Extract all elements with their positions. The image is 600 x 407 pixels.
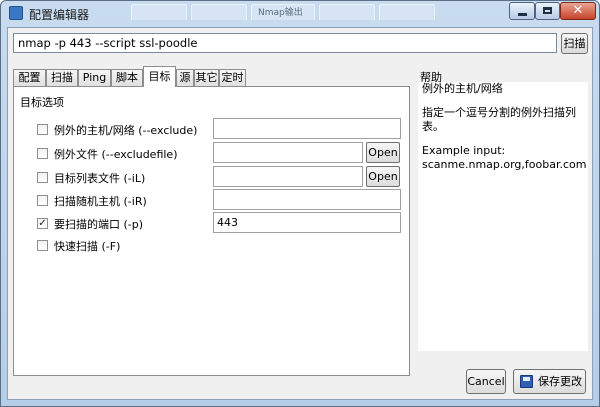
cancel-button[interactable]: Cancel	[466, 369, 506, 394]
tab-scripting[interactable]: 脚本	[111, 69, 143, 87]
save-changes-label: 保存更改	[538, 375, 582, 388]
exclude-checkbox[interactable]	[37, 124, 48, 135]
target-list-label: 目标列表文件 (-iL)	[54, 172, 146, 185]
tab-other[interactable]: 其它	[194, 69, 219, 87]
excludefile-input[interactable]	[213, 142, 363, 163]
background-tab	[319, 4, 375, 20]
background-tab	[191, 4, 247, 20]
target-list-checkbox[interactable]	[37, 172, 48, 183]
target-options-panel: 目标选项 例外的主机/网络 (--exclude) 例外文件 (--exclud…	[13, 86, 410, 376]
exclude-label: 例外的主机/网络 (--exclude)	[54, 124, 198, 137]
excludefile-open-button[interactable]: Open	[366, 142, 400, 163]
section-title: 目标选项	[20, 96, 64, 109]
background-tab: Nmap输出	[251, 4, 315, 20]
scan-button[interactable]: 扫描	[561, 33, 588, 54]
tab-source[interactable]: 源	[176, 69, 194, 87]
help-pane: 例外的主机/网络 指定一个逗号分割的例外扫描列表。 Example input:…	[418, 82, 588, 351]
excludefile-checkbox[interactable]	[37, 148, 48, 159]
command-input[interactable]: nmap -p 443 --script ssl-poodle	[13, 33, 557, 53]
save-icon	[520, 375, 533, 388]
dialog-client-area: nmap -p 443 --script ssl-poodle 扫描 配置 扫描…	[7, 27, 593, 400]
help-description: 指定一个逗号分割的例外扫描列表。	[422, 106, 576, 133]
tab-ping[interactable]: Ping	[78, 69, 111, 87]
excludefile-label: 例外文件 (--excludefile)	[54, 148, 178, 161]
random-hosts-input[interactable]	[213, 189, 401, 210]
target-list-open-button[interactable]: Open	[366, 166, 400, 187]
fast-scan-label: 快速扫描 (-F)	[54, 240, 121, 253]
minimize-icon	[518, 13, 527, 16]
config-editor-window: 配置编辑器 Nmap输出 ✕ nmap -p 443 --script ssl-…	[0, 0, 600, 407]
maximize-icon	[543, 7, 552, 14]
fast-scan-checkbox[interactable]	[37, 240, 48, 251]
random-hosts-label: 扫描随机主机 (-iR)	[54, 195, 147, 208]
title-bar[interactable]: 配置编辑器 Nmap输出 ✕	[1, 1, 599, 25]
background-taskbar-tabs: Nmap输出	[131, 4, 441, 22]
ports-label: 要扫描的端口 (-p)	[54, 218, 144, 231]
help-example-value: scanme.nmap.org,foobar.com	[422, 158, 587, 171]
maximize-button[interactable]	[535, 2, 560, 20]
background-tab	[131, 4, 187, 20]
ports-checkbox[interactable]: ✓	[37, 218, 48, 229]
tab-scan[interactable]: 扫描	[46, 69, 78, 87]
app-icon	[9, 6, 23, 20]
tab-profile[interactable]: 配置	[13, 69, 46, 87]
save-changes-button[interactable]: 保存更改	[513, 369, 586, 394]
close-icon: ✕	[572, 3, 584, 18]
exclude-input[interactable]	[213, 118, 401, 139]
tab-timing[interactable]: 定时	[219, 69, 246, 87]
minimize-button[interactable]	[509, 2, 535, 20]
background-tab	[379, 4, 435, 20]
random-hosts-checkbox[interactable]	[37, 195, 48, 206]
ports-input[interactable]: 443	[213, 212, 401, 233]
help-heading: 例外的主机/网络	[422, 82, 503, 95]
close-button[interactable]: ✕	[560, 2, 596, 20]
help-example-label: Example input:	[422, 144, 506, 157]
tab-target[interactable]: 目标	[143, 66, 176, 87]
target-list-input[interactable]	[213, 166, 363, 187]
window-title: 配置编辑器	[29, 8, 90, 22]
